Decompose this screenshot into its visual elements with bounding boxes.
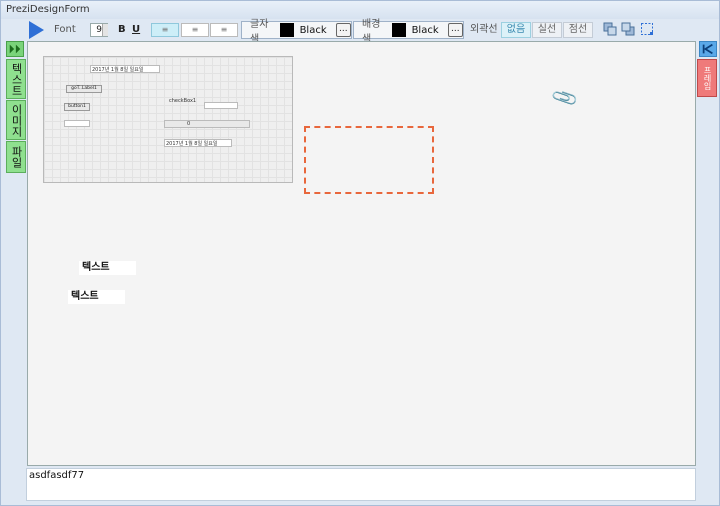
align-left-button[interactable]: ≡ [151, 23, 179, 37]
bg-color-picker[interactable]: 배경색 Black ... [353, 19, 464, 45]
selection-frame[interactable] [304, 126, 434, 194]
progress-preview [164, 120, 250, 128]
canvas-text-2[interactable]: 텍스트 [68, 290, 125, 304]
text-color-more-button[interactable]: ... [335, 23, 351, 37]
bottom-text-area[interactable]: asdfasdf77 [26, 468, 696, 501]
checkbox1-preview: checkBox1 [169, 98, 197, 104]
send-back-icon[interactable] [621, 22, 635, 36]
tab-image[interactable]: 이미지 [6, 100, 26, 140]
design-canvas[interactable]: 2017년 1월 8일 일요일 goT..Label1 button1 chec… [27, 41, 696, 466]
border-dotted-button[interactable]: 점선 [563, 22, 593, 38]
stepper-arrows-icon[interactable] [102, 24, 108, 36]
border-solid-button[interactable]: 실선 [532, 22, 562, 38]
text-color-swatch [280, 23, 294, 37]
form-preview-image[interactable]: 2017년 1월 8일 일요일 goT..Label1 button1 chec… [43, 56, 293, 183]
label1-preview: goT..Label1 [66, 85, 102, 93]
date-picker-1-text: 2017년 1월 8일 일요일 [92, 67, 144, 73]
bring-front-icon[interactable] [603, 22, 617, 36]
canvas-text-1[interactable]: 텍스트 [79, 261, 136, 275]
toolbar: Font 9 B U ≡ ≡ ≡ 글자색 Black ... 배경색 Black… [1, 19, 719, 45]
paperclip-icon[interactable]: 📎 [550, 84, 580, 113]
tab-text[interactable]: 텍스트 [6, 59, 26, 99]
date-picker-2-text: 2017년 1월 8일 일요일 [166, 141, 218, 147]
align-center-button[interactable]: ≡ [181, 23, 209, 37]
combobox-preview [64, 120, 90, 127]
tab-frame[interactable]: 프레임 [697, 59, 717, 97]
collapse-right-icon[interactable] [699, 41, 717, 57]
tab-file[interactable]: 파일 [6, 141, 26, 173]
border-label: 외곽선 [470, 24, 498, 35]
underline-button[interactable]: U [132, 21, 140, 39]
app-window: PreziDesignForm Font 9 B U ≡ ≡ ≡ 글자색 Bla… [0, 0, 720, 506]
button1-preview: button1 [64, 103, 90, 111]
collapse-left-icon[interactable] [6, 41, 24, 57]
align-right-button[interactable]: ≡ [210, 23, 238, 37]
font-label: Font [54, 24, 76, 35]
border-none-button[interactable]: 없음 [501, 22, 531, 38]
bold-button[interactable]: B [118, 21, 126, 39]
select-region-icon[interactable] [640, 22, 654, 36]
bg-color-swatch [392, 23, 406, 37]
progress-preview-value: 0 [187, 121, 191, 127]
play-icon[interactable] [29, 21, 44, 39]
bg-color-more-button[interactable]: ... [447, 23, 463, 37]
font-size-stepper[interactable]: 9 [90, 23, 108, 37]
text-color-picker[interactable]: 글자색 Black ... [241, 19, 352, 45]
textbox-preview [204, 102, 238, 109]
text-color-name: Black [299, 24, 327, 36]
bg-color-name: Black [411, 24, 439, 36]
